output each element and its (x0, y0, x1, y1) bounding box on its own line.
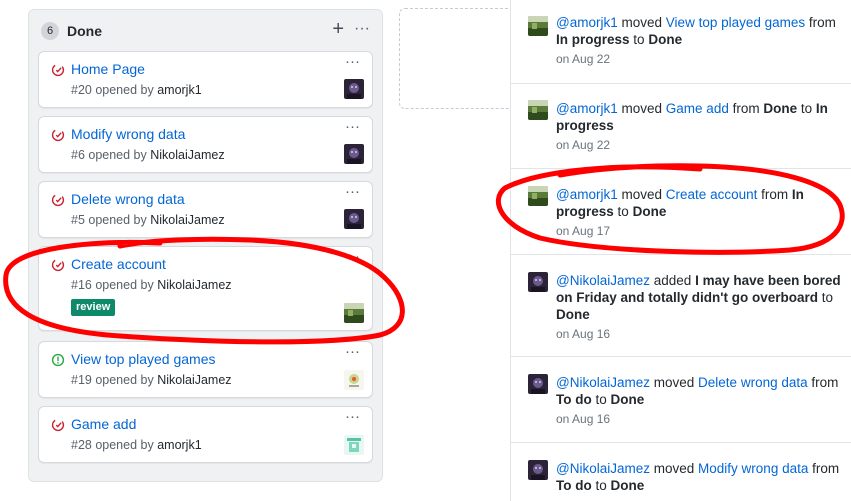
card-menu-icon[interactable]: ··· (345, 249, 360, 265)
item-link[interactable]: Modify wrong data (698, 461, 808, 476)
card-title[interactable]: Game add (71, 415, 136, 433)
activity-item: @NikolaiJamez added I may have been bore… (511, 255, 851, 357)
card-title[interactable]: Home Page (71, 60, 145, 78)
actor-link[interactable]: @NikolaiJamez (556, 375, 650, 390)
card-title[interactable]: View top played games (71, 350, 216, 368)
card-title[interactable]: Delete wrong data (71, 190, 185, 208)
card-meta: #16 opened by NikolaiJamez (71, 278, 232, 292)
card-menu-icon[interactable]: ··· (345, 184, 360, 200)
green-avatar-icon (528, 186, 548, 206)
issue-card[interactable]: Delete wrong data #5 opened by NikolaiJa… (38, 181, 373, 238)
dark-avatar-icon (528, 460, 548, 480)
card-meta: #5 opened by NikolaiJamez (71, 213, 225, 227)
card-menu-icon[interactable]: ··· (345, 119, 360, 135)
card-meta: #19 opened by NikolaiJamez (71, 373, 232, 387)
card-meta: #28 opened by amorjk1 (71, 438, 202, 452)
activity-date: on Aug 17 (556, 224, 611, 238)
label-badge[interactable]: review (71, 299, 116, 316)
add-card-icon[interactable]: + (332, 18, 344, 40)
issue-card[interactable]: Game add #28 opened by amorjk1 ··· (38, 406, 373, 463)
activity-text: @amorjk1 moved View top played games fro… (556, 15, 836, 47)
activity-item: @amorjk1 moved Create account from In pr… (511, 169, 851, 255)
activity-item: @NikolaiJamez moved Delete wrong data fr… (511, 357, 851, 443)
item-link[interactable]: Create account (666, 187, 758, 202)
card-menu-icon[interactable]: ··· (345, 409, 360, 425)
column-header: 6 Done + ··· (39, 18, 372, 42)
issue-card[interactable]: Create account #16 opened by NikolaiJame… (38, 246, 373, 331)
column-menu-icon[interactable]: ··· (354, 20, 370, 38)
issue-card[interactable]: View top played games #19 opened by Niko… (38, 341, 373, 398)
dark-avatar-icon (528, 374, 548, 394)
green-avatar-icon (528, 100, 548, 120)
green-avatar-icon (528, 16, 548, 36)
card-meta: #20 opened by amorjk1 (71, 83, 202, 97)
actor-link[interactable]: @amorjk1 (556, 15, 618, 30)
issue-closed-icon (51, 128, 65, 142)
issue-closed-icon (51, 418, 65, 432)
issue-closed-icon (51, 63, 65, 77)
activity-date: on Aug 16 (556, 327, 611, 341)
green-avatar-icon (344, 303, 364, 323)
card-title[interactable]: Modify wrong data (71, 125, 185, 143)
activity-item: @NikolaiJamez moved Modify wrong data fr… (511, 443, 851, 501)
activity-date: on Aug 22 (556, 138, 611, 152)
issue-closed-icon (51, 258, 65, 272)
card-count-badge: 6 (41, 22, 59, 40)
issue-card[interactable]: Home Page #20 opened by amorjk1 ··· (38, 51, 373, 108)
activity-text: @NikolaiJamez added I may have been bore… (556, 273, 841, 322)
done-column: 6 Done + ··· Home Page #20 opened by amo… (28, 9, 383, 482)
card-menu-icon[interactable]: ··· (345, 54, 360, 70)
activity-item: @amorjk1 moved View top played games fro… (511, 0, 851, 84)
activity-text: @NikolaiJamez moved Modify wrong data fr… (556, 461, 840, 493)
teal-avatar-icon (344, 435, 364, 455)
activity-date: on Aug 16 (556, 412, 611, 426)
actor-link[interactable]: @NikolaiJamez (556, 461, 650, 476)
activity-text: @amorjk1 moved Game add from Done to In … (556, 101, 828, 133)
activity-text: @NikolaiJamez moved Delete wrong data fr… (556, 375, 839, 407)
issue-card[interactable]: Modify wrong data #6 opened by NikolaiJa… (38, 116, 373, 173)
card-meta: #6 opened by NikolaiJamez (71, 148, 225, 162)
actor-link[interactable]: @amorjk1 (556, 187, 618, 202)
item-link[interactable]: Game add (666, 101, 729, 116)
column-title: Done (67, 23, 102, 39)
actor-link[interactable]: @amorjk1 (556, 101, 618, 116)
activity-feed: @amorjk1 moved View top played games fro… (510, 0, 851, 501)
card-title[interactable]: Create account (71, 255, 166, 273)
issue-open-icon (51, 353, 65, 367)
dark-avatar-icon (344, 79, 364, 99)
issue-closed-icon (51, 193, 65, 207)
dark-avatar-icon (528, 272, 548, 292)
dark-avatar-icon (344, 144, 364, 164)
actor-link[interactable]: @NikolaiJamez (556, 273, 650, 288)
activity-date: on Aug 22 (556, 52, 611, 66)
ball-avatar-icon (344, 370, 364, 390)
activity-item: @amorjk1 moved Game add from Done to In … (511, 84, 851, 169)
activity-text: @amorjk1 moved Create account from In pr… (556, 187, 804, 219)
item-link[interactable]: View top played games (666, 15, 805, 30)
dark-avatar-icon (344, 209, 364, 229)
card-menu-icon[interactable]: ··· (345, 344, 360, 360)
item-link[interactable]: Delete wrong data (698, 375, 808, 390)
